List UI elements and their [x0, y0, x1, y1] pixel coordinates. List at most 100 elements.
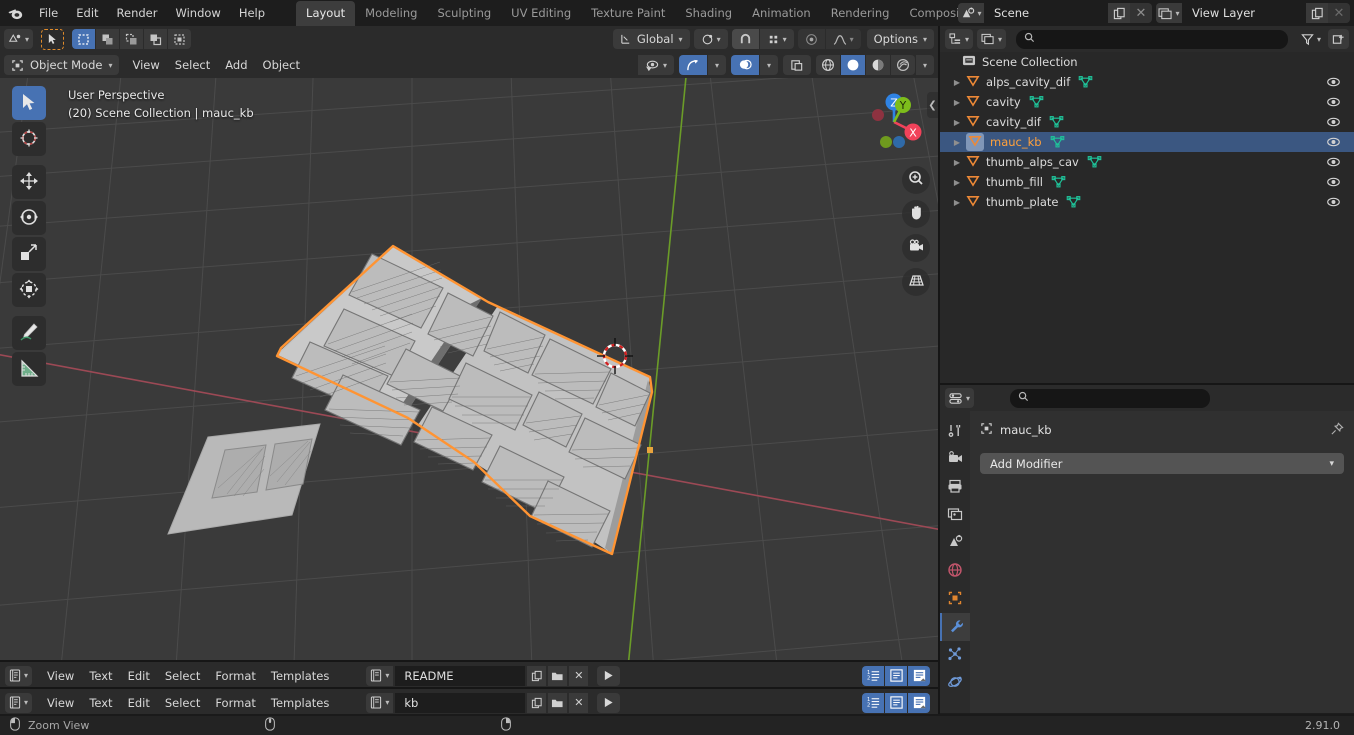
- top-menu-window[interactable]: Window: [166, 3, 229, 23]
- view-layer-name[interactable]: View Layer: [1182, 3, 1306, 23]
- mesh-data-icon[interactable]: [1078, 74, 1093, 91]
- shading-solid-icon[interactable]: [840, 55, 865, 75]
- outliner-item-mauc_kb[interactable]: ▶ mauc_kb: [940, 132, 1354, 152]
- new-collection-icon[interactable]: [1328, 29, 1349, 49]
- line-numbers-icon[interactable]: 12: [862, 692, 884, 713]
- scene-tab[interactable]: [940, 529, 970, 557]
- view-layer-selector[interactable]: ▾ View Layer ✕: [1156, 3, 1350, 23]
- visibility-eye-icon[interactable]: [1326, 95, 1341, 112]
- object-tab[interactable]: [940, 585, 970, 613]
- zoom-view-button[interactable]: [902, 166, 930, 194]
- visibility-eye-icon[interactable]: [1326, 135, 1341, 152]
- smooth-falloff-icon[interactable]: ▾: [825, 29, 861, 49]
- shading-material-icon[interactable]: [865, 55, 890, 75]
- expand-triangle-icon[interactable]: ▶: [948, 98, 966, 107]
- expand-triangle-icon[interactable]: ▶: [948, 138, 966, 147]
- play-icon[interactable]: [597, 692, 621, 713]
- scale-tool[interactable]: [12, 237, 46, 271]
- outliner-item-thumb_plate[interactable]: ▶ thumb_plate: [940, 192, 1354, 212]
- mesh-data-icon[interactable]: [1051, 174, 1066, 191]
- text-editor-2-menu-edit[interactable]: Edit: [121, 693, 157, 713]
- viewport-menu-view[interactable]: View: [125, 55, 166, 75]
- x-icon[interactable]: ✕: [1130, 3, 1152, 23]
- select-box-icon[interactable]: [72, 29, 96, 49]
- play-icon[interactable]: [597, 665, 621, 686]
- top-menu-edit[interactable]: Edit: [67, 3, 107, 23]
- horizontal-divider-viewport[interactable]: [0, 660, 938, 662]
- outliner-item-thumb_alps_cav[interactable]: ▶ thumb_alps_cav: [940, 152, 1354, 172]
- syntax-highlight-icon[interactable]: [908, 665, 930, 686]
- visibility-eye-icon[interactable]: [1326, 195, 1341, 212]
- view-layer-tab[interactable]: [940, 501, 970, 529]
- new-copy-icon[interactable]: [527, 665, 547, 686]
- expand-triangle-icon[interactable]: ▶: [948, 178, 966, 187]
- tool-tab[interactable]: [940, 417, 970, 445]
- properties-editor[interactable]: ▾ mauc_kb Add Modifier ▾: [940, 385, 1354, 713]
- object-mode-dropdown[interactable]: Object Mode ▾: [4, 55, 120, 75]
- word-wrap-icon[interactable]: [885, 692, 907, 713]
- outliner-display-mode-icon[interactable]: ▾: [945, 29, 974, 49]
- proportional-edit-icon[interactable]: [797, 29, 825, 49]
- move-tool[interactable]: [12, 165, 46, 199]
- workspace-tab-animation[interactable]: Animation: [742, 1, 821, 26]
- horizontal-divider-outliner[interactable]: [940, 383, 1354, 385]
- viewport-menu-select[interactable]: Select: [168, 55, 217, 75]
- workspace-tab-uv-editing[interactable]: UV Editing: [501, 1, 581, 26]
- vertical-divider[interactable]: [938, 26, 940, 716]
- text-datablock-icon[interactable]: ▾: [366, 692, 394, 713]
- shading-rendered-icon[interactable]: [890, 55, 915, 75]
- workspace-tab-modeling[interactable]: Modeling: [355, 1, 427, 26]
- top-menu-file[interactable]: File: [30, 3, 67, 23]
- gizmo-icon[interactable]: [678, 55, 707, 75]
- workspace-tab-layout[interactable]: Layout: [296, 1, 356, 26]
- magnet-icon[interactable]: [731, 29, 759, 49]
- render-tab[interactable]: [940, 445, 970, 473]
- eye-dropdown-icon[interactable]: ▾: [637, 55, 674, 75]
- outliner-search-input[interactable]: [1016, 29, 1288, 49]
- viewport-menu-add[interactable]: Add: [218, 55, 254, 75]
- particles-tab[interactable]: [940, 641, 970, 669]
- xray-toggle-icon[interactable]: [782, 55, 811, 75]
- outliner-item-thumb_fill[interactable]: ▶ thumb_fill: [940, 172, 1354, 192]
- text-editor-2-menu-format[interactable]: Format: [208, 693, 263, 713]
- outliner-editor[interactable]: ▾ ▾ ▾ Scene Collection ▶ alps_cavity_dif…: [940, 26, 1354, 383]
- annotate-tool[interactable]: [12, 316, 46, 350]
- filter-id-icon[interactable]: ▾: [977, 29, 1007, 49]
- folder-open-icon[interactable]: [548, 692, 568, 713]
- expand-triangle-icon[interactable]: ▶: [948, 118, 966, 127]
- shading-wireframe-icon[interactable]: [815, 55, 840, 75]
- select-intersect-icon[interactable]: [168, 29, 192, 49]
- editor-type-text-icon[interactable]: ▾: [5, 665, 33, 686]
- mesh-data-icon[interactable]: [1029, 94, 1044, 111]
- modifier-tab[interactable]: [940, 613, 970, 641]
- select-extend-icon[interactable]: [96, 29, 120, 49]
- new-copy-icon[interactable]: [1108, 3, 1130, 23]
- text-editor-1-menu-templates[interactable]: Templates: [264, 666, 336, 686]
- workspace-tab-texture-paint[interactable]: Texture Paint: [581, 1, 675, 26]
- text-editor-1-menu-edit[interactable]: Edit: [121, 666, 157, 686]
- mesh-data-icon[interactable]: [1066, 194, 1081, 211]
- transform-tool[interactable]: [12, 273, 46, 307]
- expand-triangle-icon[interactable]: ▶: [948, 198, 966, 207]
- expand-triangle-icon[interactable]: ▶: [948, 158, 966, 167]
- workspace-tab-shading[interactable]: Shading: [675, 1, 742, 26]
- text-editor-1-menu-view[interactable]: View: [40, 666, 81, 686]
- scene-name[interactable]: Scene: [984, 3, 1108, 23]
- pan-view-button[interactable]: [902, 200, 930, 228]
- text-editor-1-menu-format[interactable]: Format: [208, 666, 263, 686]
- scene-selector[interactable]: ▾ Scene ✕: [958, 3, 1152, 23]
- output-tab[interactable]: [940, 473, 970, 501]
- folder-open-icon[interactable]: [548, 665, 568, 686]
- outliner-scene-collection-row[interactable]: Scene Collection: [940, 52, 1354, 72]
- camera-view-button[interactable]: [902, 234, 930, 262]
- line-numbers-icon[interactable]: 12: [862, 665, 884, 686]
- pivot-point-dropdown[interactable]: ▾: [693, 29, 728, 49]
- mesh-data-icon[interactable]: [1049, 114, 1064, 131]
- text-editor-2-menu-view[interactable]: View: [40, 693, 81, 713]
- transform-orientation-dropdown[interactable]: Global ▾: [612, 29, 690, 49]
- mesh-data-icon[interactable]: [1050, 134, 1065, 151]
- visibility-eye-icon[interactable]: [1326, 175, 1341, 192]
- editor-type-text-icon[interactable]: ▾: [5, 692, 33, 713]
- text-editor-2-menu-text[interactable]: Text: [82, 693, 119, 713]
- mesh-data-icon[interactable]: [1087, 154, 1102, 171]
